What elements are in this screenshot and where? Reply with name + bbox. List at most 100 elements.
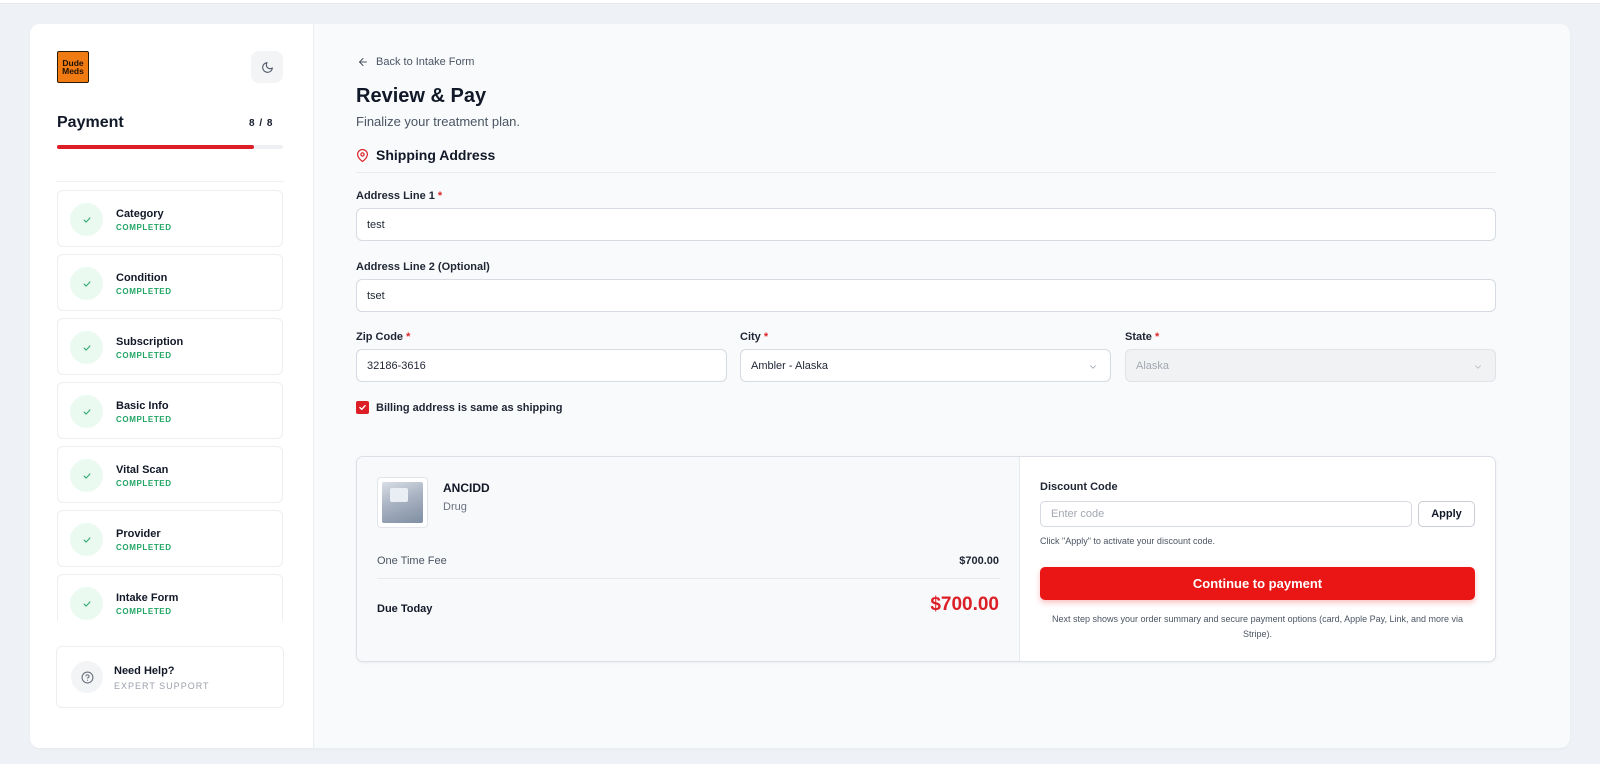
discount-code-input[interactable]: Enter code <box>1040 501 1412 527</box>
zip-input[interactable]: 32186-3616 <box>356 349 727 382</box>
city-value: Ambler - Alaska <box>751 359 829 372</box>
check-icon <box>70 395 103 428</box>
map-pin-icon <box>357 148 368 162</box>
step-status: COMPLETED <box>116 543 172 552</box>
step-name: Basic Info <box>116 400 169 412</box>
check-icon <box>70 203 103 236</box>
progress-bar <box>57 145 283 149</box>
app-shell: Dude Meds Payment 8 / 8 Category COMPLET… <box>30 24 1570 748</box>
step-status: COMPLETED <box>116 287 172 296</box>
sidebar-title: Payment <box>57 114 124 131</box>
chevron-down-icon <box>1090 365 1096 369</box>
fee-value: $700.00 <box>959 555 999 567</box>
moon-icon <box>261 61 273 73</box>
fee-label: One Time Fee <box>377 555 447 567</box>
apply-discount-button[interactable]: Apply <box>1418 501 1475 527</box>
due-today-value: $700.00 <box>930 594 999 615</box>
step-name: Intake Form <box>116 592 179 604</box>
payment-note: Next step shows your order summary and s… <box>1051 614 1464 639</box>
progress-bar-fill <box>57 145 254 149</box>
brand-logo[interactable]: Dude Meds <box>57 51 89 83</box>
sidebar-step-category[interactable]: Category COMPLETED <box>57 190 283 247</box>
address2-value: tset <box>367 289 385 302</box>
step-name: Condition <box>116 272 168 284</box>
help-card[interactable]: Need Help? EXPERT SUPPORT <box>56 646 284 708</box>
step-name: Category <box>116 208 164 220</box>
check-icon <box>70 331 103 364</box>
discount-placeholder: Enter code <box>1051 508 1105 520</box>
order-details: ANCIDD Drug One Time Fee $700.00 Due Tod… <box>357 457 1020 661</box>
check-icon <box>70 459 103 492</box>
arrow-left-icon <box>359 58 367 66</box>
step-status: COMPLETED <box>116 479 172 488</box>
check-icon <box>70 587 103 620</box>
step-name: Subscription <box>116 336 184 348</box>
address1-label-text: Address Line 1 <box>356 190 435 202</box>
sidebar-step-intake-form[interactable]: Intake Form COMPLETED <box>57 574 283 621</box>
top-border <box>0 0 1600 4</box>
step-status: COMPLETED <box>116 351 172 360</box>
product-name: ANCIDD <box>443 481 490 495</box>
product-type: Drug <box>443 501 467 513</box>
state-label-text: State <box>1125 331 1152 343</box>
city-label-text: City <box>740 331 761 343</box>
sidebar-step-condition[interactable]: Condition COMPLETED <box>57 254 283 311</box>
required-marker: * <box>406 331 411 343</box>
address1-label: Address Line 1 * <box>356 190 442 202</box>
sidebar-step-vital-scan[interactable]: Vital Scan COMPLETED <box>57 446 283 503</box>
section-divider <box>356 172 1496 173</box>
step-status: COMPLETED <box>116 607 172 616</box>
theme-toggle-button[interactable] <box>251 51 283 83</box>
state-select: Alaska <box>1125 349 1496 382</box>
zip-value: 32186-3616 <box>367 359 426 372</box>
step-status: COMPLETED <box>116 223 172 232</box>
state-label: State * <box>1125 331 1159 343</box>
shipping-section-title: Shipping Address <box>376 147 496 163</box>
due-today-label: Due Today <box>377 603 433 615</box>
order-divider <box>377 578 1000 579</box>
step-name: Provider <box>116 528 161 540</box>
billing-same-label: Billing address is same as shipping <box>376 401 563 414</box>
back-link[interactable]: Back to Intake Form <box>357 56 474 68</box>
step-status: COMPLETED <box>116 415 172 424</box>
zip-label-text: Zip Code <box>356 331 404 343</box>
step-name: Vital Scan <box>116 464 169 476</box>
check-icon <box>70 523 103 556</box>
chevron-down-icon <box>1475 365 1481 369</box>
logo-line-2: Meds <box>62 66 84 76</box>
help-subtitle: EXPERT SUPPORT <box>114 681 210 691</box>
address1-value: test <box>367 218 385 231</box>
continue-to-payment-button[interactable]: Continue to payment <box>1040 567 1475 600</box>
address2-label: Address Line 2 (Optional) <box>356 261 490 273</box>
zip-label: Zip Code * <box>356 331 410 343</box>
address1-input[interactable]: test <box>356 208 1496 241</box>
step-counter: 8 / 8 <box>249 118 274 129</box>
page-subtitle: Finalize your treatment plan. <box>356 114 521 129</box>
sidebar-step-provider[interactable]: Provider COMPLETED <box>57 510 283 567</box>
city-select[interactable]: Ambler - Alaska <box>740 349 1111 382</box>
product-photo <box>382 482 423 523</box>
discount-label: Discount Code <box>1040 481 1118 493</box>
city-label: City * <box>740 331 768 343</box>
step-list: Category COMPLETED Condition COMPLETED S… <box>56 181 284 621</box>
billing-same-checkbox[interactable] <box>356 401 369 414</box>
check-icon <box>359 404 366 411</box>
required-marker: * <box>437 190 443 202</box>
address2-input[interactable]: tset <box>356 279 1496 312</box>
sidebar: Dude Meds Payment 8 / 8 Category COMPLET… <box>30 24 314 748</box>
question-circle-icon <box>71 661 103 693</box>
page-title: Review & Pay <box>356 85 487 107</box>
sidebar-step-basic-info[interactable]: Basic Info COMPLETED <box>57 382 283 439</box>
check-icon <box>70 267 103 300</box>
required-marker: * <box>763 331 769 343</box>
shipping-section-header: Shipping Address <box>356 147 495 163</box>
back-link-label: Back to Intake Form <box>376 56 475 68</box>
order-summary-card: ANCIDD Drug One Time Fee $700.00 Due Tod… <box>356 456 1496 662</box>
help-title: Need Help? <box>114 665 175 677</box>
billing-same-checkbox-row[interactable]: Billing address is same as shipping <box>356 401 562 414</box>
required-marker: * <box>1154 331 1160 343</box>
state-value: Alaska <box>1136 359 1170 372</box>
discount-hint: Click "Apply" to activate your discount … <box>1040 536 1215 546</box>
product-image <box>377 477 428 528</box>
sidebar-step-subscription[interactable]: Subscription COMPLETED <box>57 318 283 375</box>
